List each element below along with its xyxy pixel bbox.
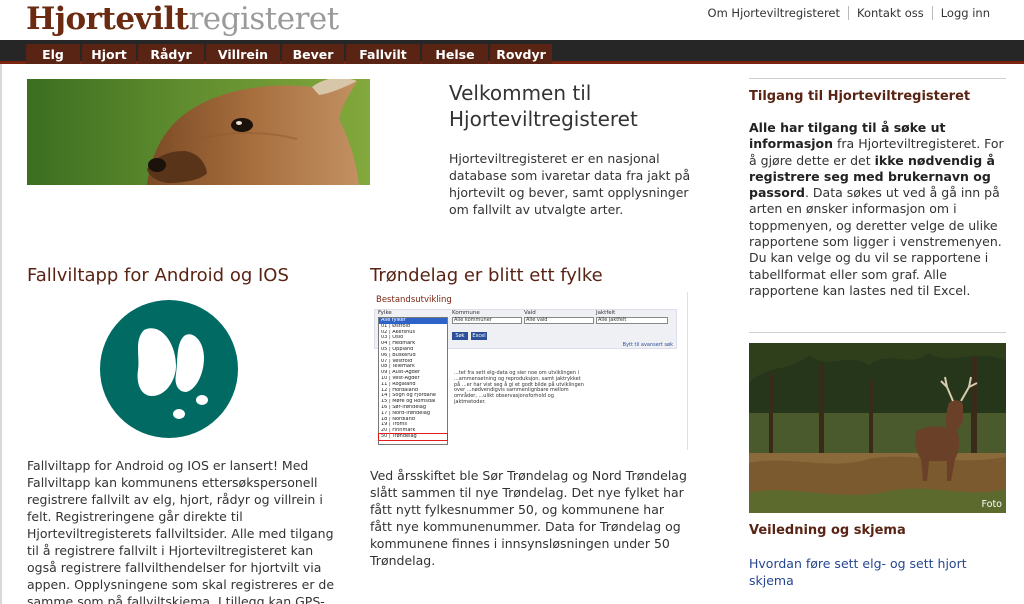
- stock-search-screenshot: Bestandsutvikling Fylke Kommune Vald Jak…: [370, 292, 688, 450]
- top-links: Om Hjorteviltregisteret Kontakt oss Logg…: [700, 6, 998, 20]
- screenshot-label-fylke: Fylke: [378, 310, 392, 316]
- welcome-title: Velkommen til Hjorteviltregisteret: [449, 81, 638, 131]
- tab-villrein[interactable]: Villrein: [206, 44, 280, 64]
- screenshot-label-vald: Vald: [524, 310, 536, 316]
- app-description: Fallviltapp for Android og IOS er lanser…: [27, 458, 335, 604]
- about-link[interactable]: Om Hjorteviltregisteret: [700, 6, 849, 20]
- screenshot-label-kommune: Kommune: [452, 310, 480, 316]
- screenshot-county-dropdown: Alle fylker 01 | Østfold 02 | Akershus 0…: [378, 317, 448, 445]
- tab-fallvilt[interactable]: Fallvilt: [346, 44, 420, 64]
- deer-hero-image: [27, 79, 370, 185]
- hoofprint-app-icon[interactable]: [100, 300, 238, 438]
- logo-light-text: registeret: [188, 1, 339, 37]
- dropdown-option-trondelag: 50 | Trøndelag: [378, 432, 448, 441]
- tab-helse[interactable]: Helse: [422, 44, 488, 64]
- sidebar-divider: [749, 78, 1006, 79]
- tab-elg[interactable]: Elg: [26, 44, 80, 64]
- tab-bever[interactable]: Bever: [282, 44, 344, 64]
- screenshot-label-jaktfelt: Jaktfelt: [596, 310, 616, 316]
- screenshot-excel-button: Excel: [471, 332, 487, 340]
- trondelag-description: Ved årsskiftet ble Sør Trøndelag og Nord…: [370, 468, 687, 568]
- screenshot-advanced-link: Bytt til avansert søk: [622, 342, 673, 348]
- right-sidebar: Tilgang til Hjorteviltregisteret Alle ha…: [749, 78, 1006, 588]
- site-logo[interactable]: Hjorteviltregisteret: [26, 0, 339, 38]
- access-title: Tilgang til Hjorteviltregisteret: [749, 89, 971, 104]
- sidebar-divider: [749, 332, 1006, 333]
- screenshot-title: Bestandsutvikling: [376, 295, 452, 305]
- photo-credit: Foto: [981, 499, 1002, 510]
- tab-hjort[interactable]: Hjort: [82, 44, 136, 64]
- screenshot-select-vald: Alle vald: [524, 317, 594, 324]
- red-deer-stag-image: Foto: [749, 343, 1006, 513]
- trondelag-section-title[interactable]: Trøndelag er blitt ett fylke: [370, 265, 603, 287]
- login-link[interactable]: Logg inn: [931, 6, 998, 20]
- tab-rovdyr[interactable]: Rovdyr: [490, 44, 552, 64]
- app-section-title[interactable]: Fallviltapp for Android og IOS: [27, 265, 289, 287]
- screenshot-search-button: Søk: [452, 332, 468, 340]
- species-tabs: Elg Hjort Rådyr Villrein Bever Fallvilt …: [26, 44, 554, 64]
- top-header: Hjorteviltregisteret Om Hjorteviltregist…: [0, 0, 1024, 42]
- guide-title: Veiledning og skjema: [749, 523, 906, 538]
- access-text: Alle har tilgang til å søke ut informasj…: [749, 120, 1006, 299]
- guide-link[interactable]: Hvordan føre sett elg- og sett hjort skj…: [749, 556, 989, 589]
- left-edge-line: [0, 64, 2, 604]
- screenshot-select-kommune: Alle kommuner: [452, 317, 522, 324]
- contact-link[interactable]: Kontakt oss: [848, 6, 932, 20]
- welcome-text: Hjorteviltregisteret er en nasjonal data…: [449, 151, 691, 217]
- screenshot-note: ...tet fra sett elg-data og sier noe om …: [454, 370, 584, 405]
- logo-bold-text: Hjortevilt: [26, 1, 189, 37]
- screenshot-select-jaktfelt: Alle jaktfelt: [596, 317, 668, 324]
- access-text-part: . Data søkes ut ved å gå inn på arten en…: [749, 185, 1002, 298]
- tab-radyr[interactable]: Rådyr: [138, 44, 204, 64]
